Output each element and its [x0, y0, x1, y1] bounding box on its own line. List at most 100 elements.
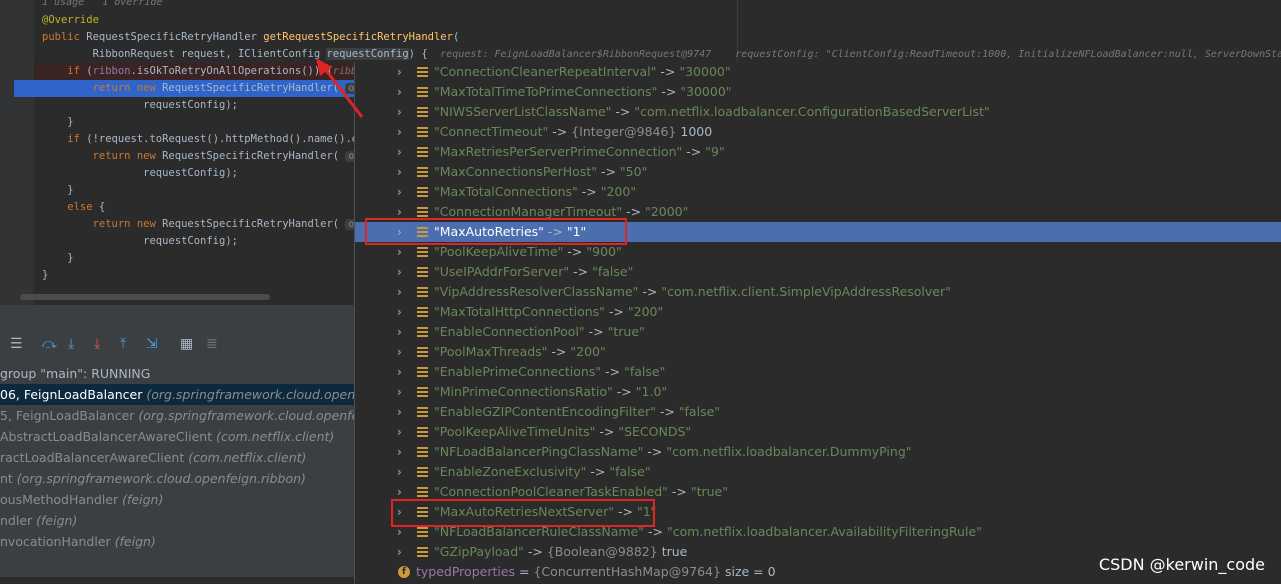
- step-over-icon[interactable]: ⤼: [42, 335, 57, 353]
- code-token: (!request.toRequest().httpMethod().name(…: [86, 133, 371, 145]
- code-token: RequestSpecificRetryHandler(: [162, 218, 346, 230]
- entry-value: "true": [607, 324, 645, 339]
- map-entry-row[interactable]: › "PoolKeepAliveTime" -> "900": [355, 242, 1281, 262]
- code-token: @Override: [42, 14, 99, 26]
- map-entry-icon: [417, 387, 428, 397]
- expand-chevron-icon: ›: [397, 245, 402, 259]
- menu-icon[interactable]: ☰: [10, 335, 23, 353]
- field-object-ref: {ConcurrentHashMap@9764}: [533, 564, 721, 579]
- map-entry-icon: [417, 267, 428, 277]
- stack-frame[interactable]: nt (org.springframework.cloud.openfeign.…: [0, 468, 354, 489]
- entry-value: "false": [609, 464, 651, 479]
- entry-object-ref: {Boolean@9882}: [546, 544, 658, 559]
- expand-chevron-icon: ›: [397, 305, 402, 319]
- map-entry-row[interactable]: › "VipAddressResolverClassName" -> "com.n…: [355, 282, 1281, 302]
- watermark: CSDN @kerwin_code: [1098, 555, 1265, 574]
- entry-key: "UseIPAddrForServer": [434, 264, 570, 279]
- stack-frame[interactable]: 06, FeignLoadBalancer (org.springframewo…: [0, 384, 354, 405]
- entry-key: "NFLoadBalancerPingClassName": [434, 444, 644, 459]
- map-entry-row[interactable]: › "MaxConnectionsPerHost" -> "50": [355, 162, 1281, 182]
- map-entry-row[interactable]: › "MaxRetriesPerServerPrimeConnection" ->…: [355, 142, 1281, 162]
- map-entry-icon: [417, 87, 428, 97]
- stack-frame[interactable]: AbstractLoadBalancerAwareClient (com.net…: [0, 426, 354, 447]
- entry-arrow: ->: [588, 324, 604, 339]
- force-step-into-icon[interactable]: ⤓: [94, 335, 100, 353]
- stack-frame[interactable]: 5, FeignLoadBalancer (org.springframewor…: [0, 405, 354, 426]
- map-entry-row[interactable]: › "EnableZoneExclusivity" -> "false": [355, 462, 1281, 482]
- stack-frame[interactable]: nvocationHandler (feign): [0, 531, 354, 552]
- entry-text: "NIWSServerListClassName" -> "com.netfli…: [434, 102, 990, 122]
- code-token: public: [42, 31, 87, 43]
- map-entry-icon: [417, 347, 428, 357]
- map-entry-icon: [417, 427, 428, 437]
- map-entry-row[interactable]: › "PoolMaxThreads" -> "200": [355, 342, 1281, 362]
- frame-package: (org.springframework.cloud.openfeign.: [138, 408, 354, 423]
- entry-key: "PoolKeepAliveTime": [434, 244, 564, 259]
- map-entry-row[interactable]: › "EnableGZIPContentEncodingFilter" -> "f…: [355, 402, 1281, 422]
- code-line: }: [42, 250, 73, 267]
- entry-value: "9": [705, 144, 725, 159]
- map-entry-icon: [417, 107, 428, 117]
- entry-key: "PoolKeepAliveTimeUnits": [434, 424, 596, 439]
- code-token: getRequestSpecificRetryHandler: [263, 31, 453, 43]
- frame-package: (org.springframework.cloud.openfeign.rib…: [16, 471, 306, 486]
- step-into-icon[interactable]: ⤓: [68, 335, 74, 353]
- frame-package: (com.netflix.client): [216, 429, 335, 444]
- entry-text: "ConnectionCleanerRepeatInterval" -> "30…: [434, 62, 731, 82]
- map-entry-icon: [417, 147, 428, 157]
- map-entry-row[interactable]: › "PoolKeepAliveTimeUnits" -> "SECONDS": [355, 422, 1281, 442]
- map-entry-icon: [417, 287, 428, 297]
- frame-method: ractLoadBalancerAwareClient: [0, 450, 189, 465]
- map-entry-row[interactable]: › "MaxTotalConnections" -> "200": [355, 182, 1281, 202]
- code-token: return new: [42, 150, 163, 162]
- map-entry-row[interactable]: › "MinPrimeConnectionsRatio" -> "1.0": [355, 382, 1281, 402]
- code-line: return new RequestSpecificRetryHandler( …: [42, 148, 375, 165]
- entry-key: "MaxTotalTimeToPrimeConnections": [434, 84, 658, 99]
- stack-frame[interactable]: ndler (feign): [0, 510, 354, 531]
- expand-chevron-icon: ›: [397, 365, 402, 379]
- code-line: @Override: [42, 12, 99, 29]
- entry-arrow: ->: [615, 104, 631, 119]
- run-to-cursor-icon[interactable]: ⇲: [146, 335, 158, 353]
- entry-text: "EnablePrimeConnections" -> "false": [434, 362, 665, 382]
- field-text: typedProperties = {ConcurrentHashMap@976…: [416, 562, 776, 582]
- map-entry-row[interactable]: › "NFLoadBalancerPingClassName" -> "com.n…: [355, 442, 1281, 462]
- map-entry-row[interactable]: › "ConnectTimeout" -> {Integer@9846} 1000: [355, 122, 1281, 142]
- entry-key: "EnableConnectionPool": [434, 324, 585, 339]
- frames-list: group "main": RUNNING 06, FeignLoadBalan…: [0, 363, 354, 552]
- trace-icon[interactable]: ≣: [206, 335, 218, 353]
- entry-value: "200": [570, 344, 606, 359]
- entry-text: "MaxTotalTimeToPrimeConnections" -> "300…: [434, 82, 732, 102]
- entry-value: true: [661, 544, 688, 559]
- stack-frame[interactable]: ractLoadBalancerAwareClient (com.netflix…: [0, 447, 354, 468]
- entry-text: "PoolMaxThreads" -> "200": [434, 342, 606, 362]
- map-entry-icon: [417, 127, 428, 137]
- evaluate-icon[interactable]: ▦: [180, 335, 193, 353]
- map-entry-row[interactable]: › "MaxTotalHttpConnections" -> "200": [355, 302, 1281, 322]
- code-token: return new: [42, 218, 163, 230]
- entry-value: "50": [619, 164, 648, 179]
- frame-method: nvocationHandler: [0, 534, 115, 549]
- frame-method: AbstractLoadBalancerAwareClient: [0, 429, 217, 444]
- map-entry-row[interactable]: › "EnableConnectionPool" -> "true": [355, 322, 1281, 342]
- entry-arrow: ->: [660, 64, 676, 79]
- map-entry-row[interactable]: › "MaxTotalTimeToPrimeConnections" -> "30…: [355, 82, 1281, 102]
- entry-arrow: ->: [600, 164, 616, 179]
- expand-chevron-icon: ›: [397, 185, 402, 199]
- frame-method: 06, FeignLoadBalancer: [0, 387, 147, 402]
- map-entry-row[interactable]: › "NIWSServerListClassName" -> "com.netfl…: [355, 102, 1281, 122]
- step-out-icon[interactable]: ⤒: [120, 335, 126, 353]
- expand-chevron-icon: ›: [397, 345, 402, 359]
- entry-value: "30000": [679, 64, 731, 79]
- map-entry-row[interactable]: › "ConnectionCleanerRepeatInterval" -> "3…: [355, 62, 1281, 82]
- entry-value: "com.netflix.loadbalancer.AvailabilityFi…: [666, 524, 982, 539]
- map-entry-icon: [417, 447, 428, 457]
- horizontal-scrollbar[interactable]: [20, 294, 270, 300]
- map-entry-row[interactable]: › "EnablePrimeConnections" -> "false": [355, 362, 1281, 382]
- entry-value: "com.netflix.loadbalancer.DummyPing": [666, 444, 912, 459]
- code-line: return new RequestSpecificRetryHandler( …: [42, 216, 375, 233]
- stack-frame[interactable]: ousMethodHandler (feign): [0, 489, 354, 510]
- entry-value: "30000": [680, 84, 732, 99]
- map-entry-row[interactable]: › "UseIPAddrForServer" -> "false": [355, 262, 1281, 282]
- entry-text: "MaxRetriesPerServerPrimeConnection" -> …: [434, 142, 725, 162]
